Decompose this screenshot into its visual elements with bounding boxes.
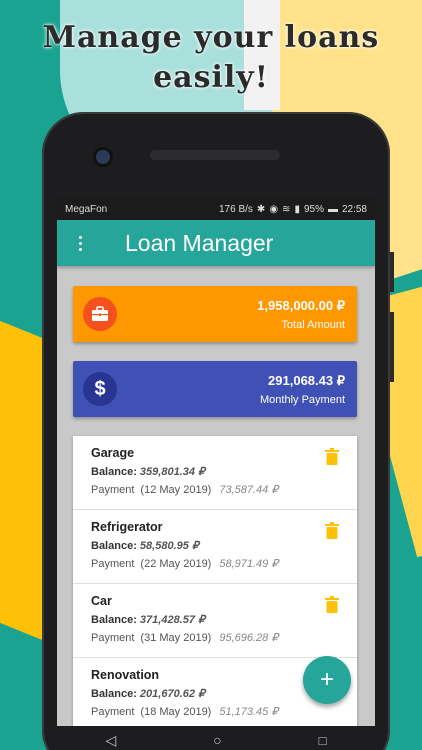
- add-loan-button[interactable]: +: [303, 656, 351, 704]
- dollar-icon: $: [83, 372, 117, 406]
- volume-button: [390, 252, 394, 292]
- payment-value: 73,587.44 ₽: [219, 484, 279, 496]
- briefcase-icon: [83, 297, 117, 331]
- home-icon[interactable]: ○: [213, 732, 221, 748]
- payment-label: Payment: [91, 632, 135, 644]
- total-amount-card[interactable]: 1,958,000.00 ₽ Total Amount: [73, 286, 357, 342]
- payment-value: 95,696.28 ₽: [219, 632, 279, 644]
- payment-label: Payment: [91, 706, 135, 718]
- balance-label: Balance:: [91, 688, 137, 700]
- balance-label: Balance:: [91, 614, 137, 626]
- balance-value: 359,801.34 ₽: [139, 466, 206, 478]
- headline-line-2: easily!: [153, 60, 269, 95]
- network-speed: 176 B/s: [219, 203, 253, 215]
- delete-icon[interactable]: [325, 448, 339, 470]
- bluetooth-icon: ✱: [256, 203, 266, 215]
- payment-value: 58,971.49 ₽: [219, 558, 279, 570]
- signal-icon: ▮: [294, 203, 300, 215]
- phone-screen: MegaFon 176 B/s ✱ ◉ ≋ ▮ 95% ▬ 22:58 Loan…: [57, 198, 375, 750]
- back-icon[interactable]: ◁: [105, 732, 116, 749]
- app-title: Loan Manager: [125, 229, 274, 256]
- balance-label: Balance:: [91, 540, 137, 552]
- delete-icon[interactable]: [325, 596, 339, 618]
- payment-date: (18 May 2019): [140, 706, 212, 718]
- power-button: [390, 312, 394, 382]
- carrier-label: MegaFon: [65, 203, 108, 215]
- balance-label: Balance:: [91, 466, 137, 478]
- wifi-icon: ≋: [282, 203, 291, 215]
- balance-value: 58,580.95 ₽: [139, 540, 199, 552]
- loan-item-car[interactable]: Car Balance: 371,428.57 ₽ Payment (31 May…: [73, 584, 357, 658]
- battery-icon: ▬: [327, 203, 338, 215]
- monthly-payment-value: 291,068.43 ₽: [268, 372, 345, 388]
- payment-date: (22 May 2019): [140, 558, 212, 570]
- eye-icon: ◉: [269, 203, 279, 215]
- payment-label: Payment: [91, 484, 135, 496]
- payment-value: 51,173.45 ₽: [219, 706, 279, 718]
- navigation-bar: ◁ ○ □: [57, 726, 375, 750]
- balance-value: 201,670.62 ₽: [139, 688, 206, 700]
- loan-name: Car: [91, 594, 112, 608]
- loan-name: Garage: [91, 446, 135, 460]
- camera-icon: [96, 150, 110, 164]
- balance-value: 371,428.57 ₽: [139, 614, 206, 626]
- payment-date: (12 May 2019): [140, 484, 212, 496]
- overflow-menu-icon[interactable]: [63, 220, 97, 266]
- app-bar: Loan Manager: [57, 220, 375, 266]
- status-bar: MegaFon 176 B/s ✱ ◉ ≋ ▮ 95% ▬ 22:58: [57, 198, 375, 220]
- headline-line-1: Manage your loans: [42, 20, 380, 55]
- recents-icon[interactable]: □: [319, 733, 327, 748]
- monthly-payment-label: Monthly Payment: [260, 393, 345, 406]
- total-amount-label: Total Amount: [281, 318, 345, 331]
- plus-icon: +: [319, 666, 334, 693]
- speaker-grille: [150, 150, 280, 160]
- delete-icon[interactable]: [325, 522, 339, 544]
- promo-headline: Manage your loans easily!: [0, 18, 422, 98]
- monthly-payment-card[interactable]: $ 291,068.43 ₽ Monthly Payment: [73, 361, 357, 417]
- loan-item-refrigerator[interactable]: Refrigerator Balance: 58,580.95 ₽ Paymen…: [73, 510, 357, 584]
- payment-label: Payment: [91, 558, 135, 570]
- loan-name: Refrigerator: [91, 520, 163, 534]
- clock: 22:58: [341, 203, 367, 215]
- phone-frame: MegaFon 176 B/s ✱ ◉ ≋ ▮ 95% ▬ 22:58 Loan…: [42, 112, 394, 750]
- total-amount-value: 1,958,000.00 ₽: [257, 297, 345, 313]
- loan-item-garage[interactable]: Garage Balance: 359,801.34 ₽ Payment (12 …: [73, 436, 357, 510]
- payment-date: (31 May 2019): [140, 632, 212, 644]
- battery-percent: 95%: [303, 203, 324, 215]
